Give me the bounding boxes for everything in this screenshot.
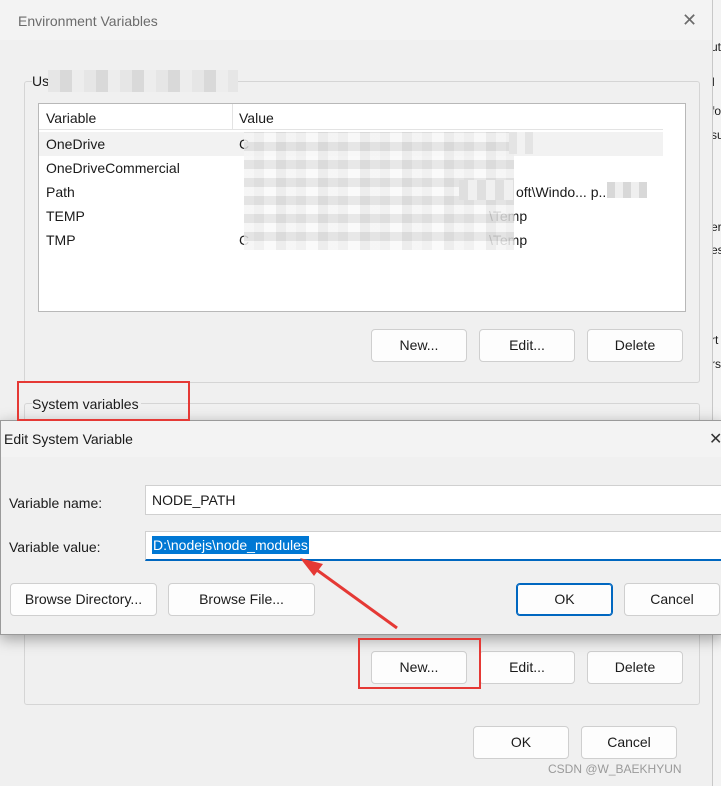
annotation-arrow (300, 558, 398, 630)
arrow-shaft (309, 563, 398, 630)
